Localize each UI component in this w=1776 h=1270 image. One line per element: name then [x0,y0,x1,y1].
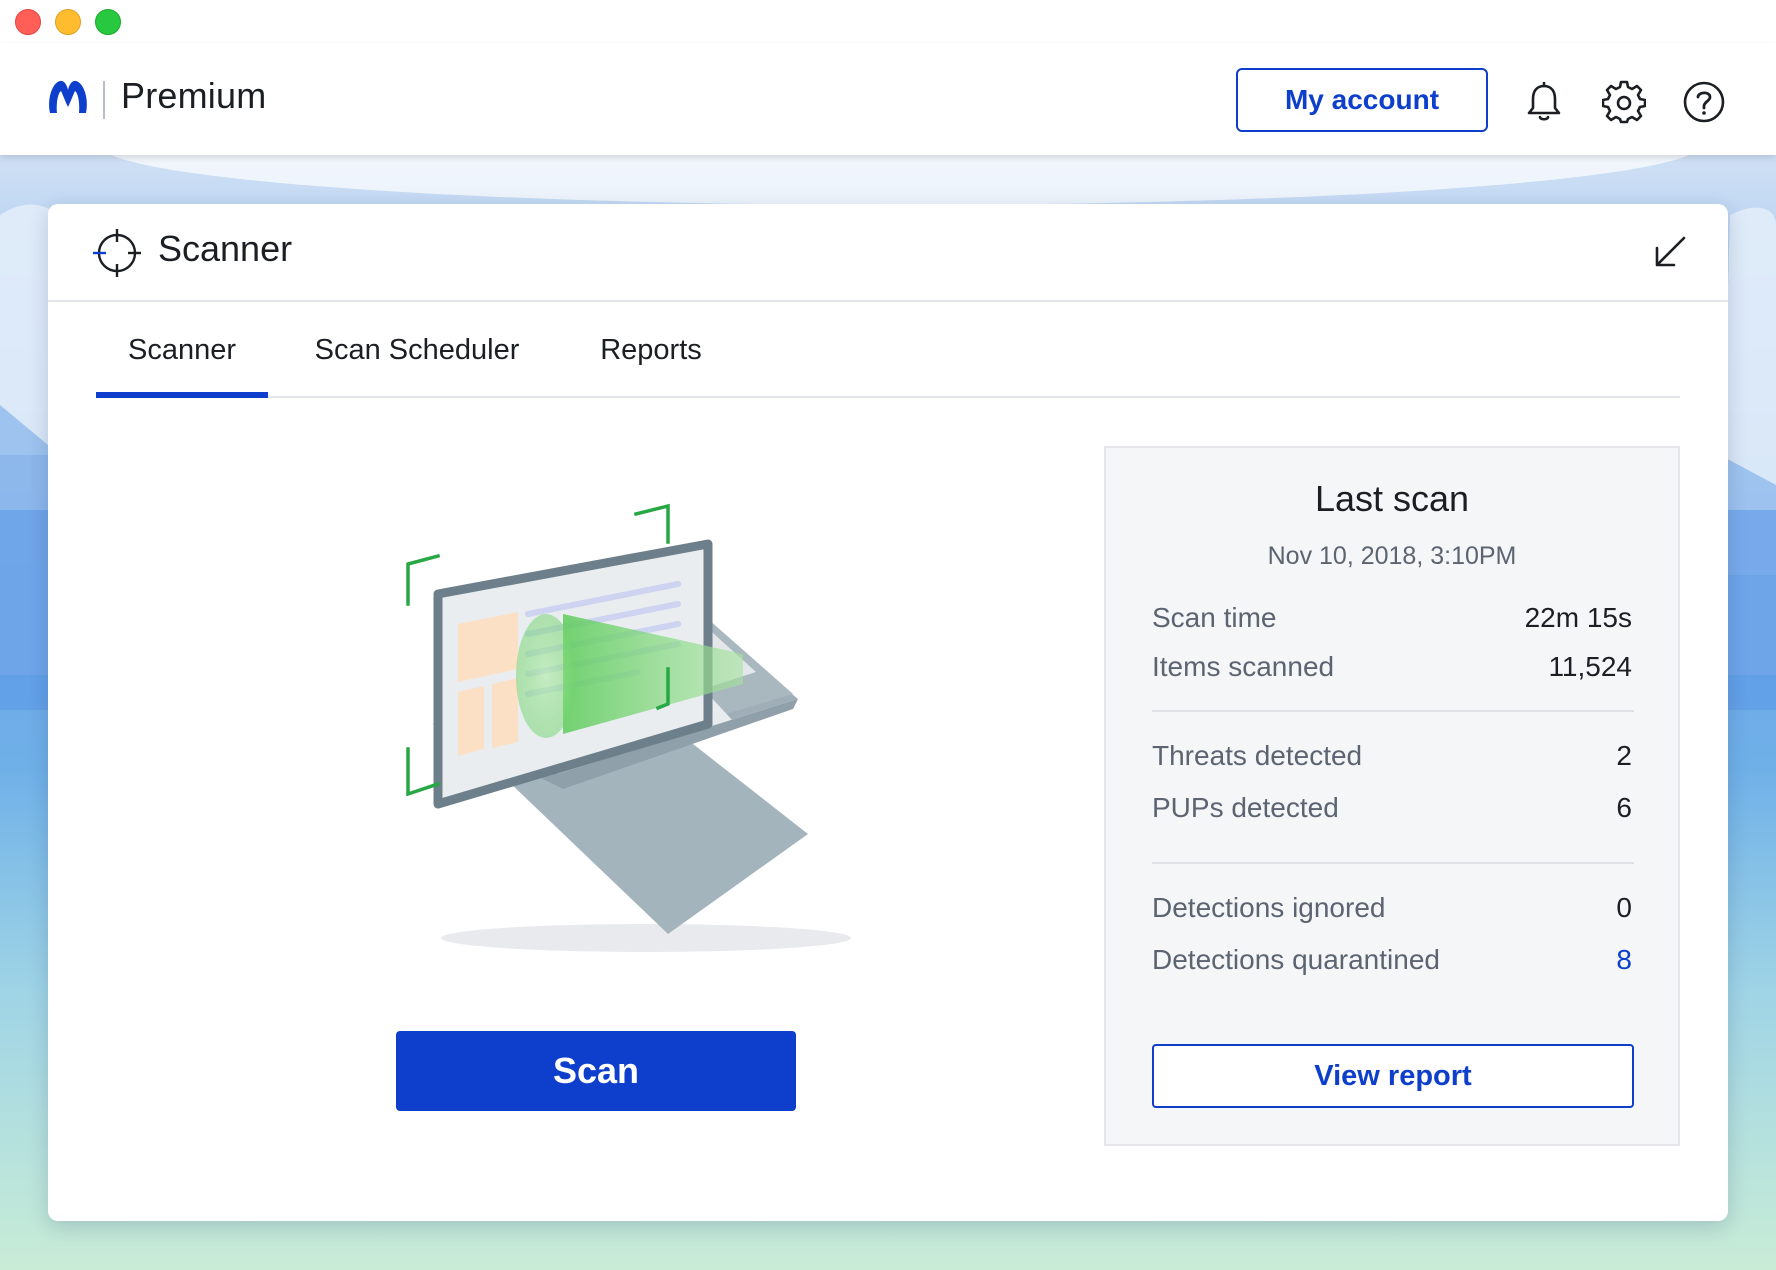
stats-divider [1152,862,1634,864]
scan-button[interactable]: Scan [396,1031,796,1111]
logo-divider [103,81,105,119]
stat-pups-detected: PUPs detected 6 [1152,792,1632,828]
stat-label: Threats detected [1152,740,1363,771]
stat-label: Detections quarantined [1152,944,1440,975]
tab-scanner-label: Scanner [127,334,236,366]
stat-items-scanned: Items scanned 11,524 [1152,651,1632,687]
stat-scan-time: Scan time 22m 15s [1152,602,1632,638]
window-close-button[interactable] [15,9,41,35]
laptop-scan-illustration [406,503,851,952]
stat-value: 2 [1616,740,1632,771]
stat-detections-quarantined: Detections quarantined 8 [1152,944,1632,980]
tab-reports-label: Reports [600,334,702,366]
quarantined-count-link[interactable]: 8 [1616,944,1632,976]
stat-value: 22m 15s [1524,602,1632,633]
stat-value: 6 [1616,792,1632,823]
malwarebytes-logo-icon [49,80,87,113]
window-minimize-button[interactable] [55,9,81,35]
tab-scan-scheduler-label: Scan Scheduler [314,334,520,366]
tab-bar: Scanner Scan Scheduler Reports [96,332,1680,398]
stat-label: PUPs detected [1152,792,1339,823]
scanner-card: Scanner Scanner Scan Scheduler Reports S… [48,204,1728,1221]
view-report-button[interactable]: View report [1152,1044,1634,1108]
stat-threats-detected: Threats detected 2 [1152,740,1632,776]
stat-label: Items scanned [1152,651,1335,682]
gear-icon[interactable] [1602,80,1646,124]
product-name: Premium [121,75,267,116]
stats-divider [1152,710,1634,712]
tab-reports[interactable]: Reports [596,332,706,396]
app-header: Premium My account [0,43,1776,155]
last-scan-panel: Last scan Nov 10, 2018, 3:10PM Scan time… [1104,446,1680,1146]
arrow-down-left-icon[interactable] [1652,234,1688,270]
stat-value: 11,524 [1548,651,1632,682]
window-zoom-button[interactable] [95,9,121,35]
tab-scanner[interactable]: Scanner [96,332,268,398]
stat-value: 0 [1616,892,1632,923]
stat-label: Detections ignored [1152,892,1386,923]
last-scan-title: Last scan [1314,478,1470,519]
tab-scan-scheduler[interactable]: Scan Scheduler [312,332,522,396]
window-titlebar [0,0,1776,44]
card-title: Scanner [158,228,293,269]
stat-label: Scan time [1152,602,1277,633]
help-icon[interactable] [1682,80,1726,124]
card-header: Scanner [48,204,1728,302]
last-scan-date: Nov 10, 2018, 3:10PM [1267,542,1517,570]
my-account-button[interactable]: My account [1236,68,1488,132]
crosshair-icon [93,229,141,277]
bell-icon[interactable] [1522,80,1566,124]
stat-detections-ignored: Detections ignored 0 [1152,892,1632,928]
